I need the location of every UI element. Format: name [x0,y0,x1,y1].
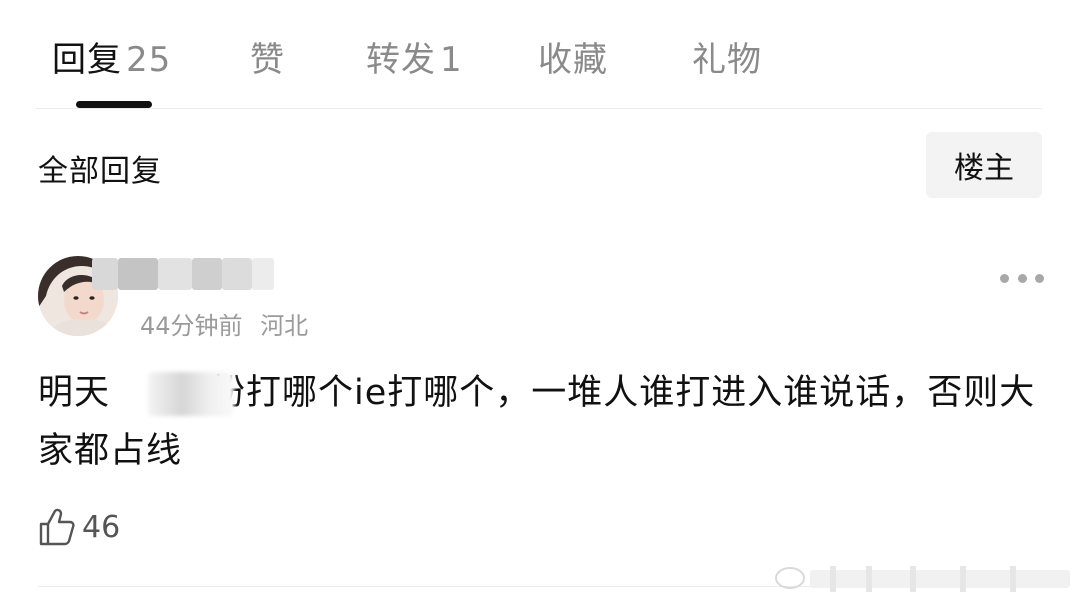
tab-replies[interactable]: 回复 25 [52,32,171,81]
like-count: 46 [82,509,121,545]
username-mask-block [118,258,158,290]
username-mask-block [192,258,222,290]
tab-reposts-label: 转发 [366,40,436,80]
section-title: 全部回复 [38,154,162,189]
comment-location: 河北 [260,312,309,340]
username-mask-block [252,258,274,290]
comment-text-before: 明天 [38,373,111,413]
tab-gifts[interactable]: 礼物 [692,32,762,81]
weibo-watermark-logo [775,566,1070,592]
more-dot [1000,273,1009,283]
thumbs-up-icon [39,508,75,546]
tab-bar: 回复 25 赞 转发 1 收藏 礼物 [0,0,1080,110]
comment-time: 44分钟前 [140,312,243,340]
tab-likes-label: 赞 [250,40,285,80]
tab-replies-count: 25 [126,40,172,80]
comment-meta: 44分钟前 河北 [140,306,308,341]
tab-replies-label: 回复 [52,40,122,80]
username-mask-block [158,258,192,290]
tab-favorites-label: 收藏 [538,40,608,80]
more-dot [1017,273,1027,283]
username-mask-block [92,258,118,290]
active-tab-indicator [76,101,152,108]
op-filter-button[interactable]: 楼主 [926,132,1042,198]
like-button[interactable]: 46 [38,506,120,548]
tab-reposts-count: 1 [440,40,463,80]
more-dot [1035,273,1044,283]
tab-reposts[interactable]: 转发 1 [366,32,463,81]
tab-likes[interactable]: 赞 [250,32,285,81]
tabs-divider [36,108,1042,109]
username-mask-block [222,258,252,290]
privacy-blur-mask [148,372,234,416]
tab-gifts-label: 礼物 [692,40,762,80]
tab-favorites[interactable]: 收藏 [538,32,608,81]
username-blurred[interactable] [92,256,282,292]
more-dots-icon[interactable] [1000,266,1044,290]
